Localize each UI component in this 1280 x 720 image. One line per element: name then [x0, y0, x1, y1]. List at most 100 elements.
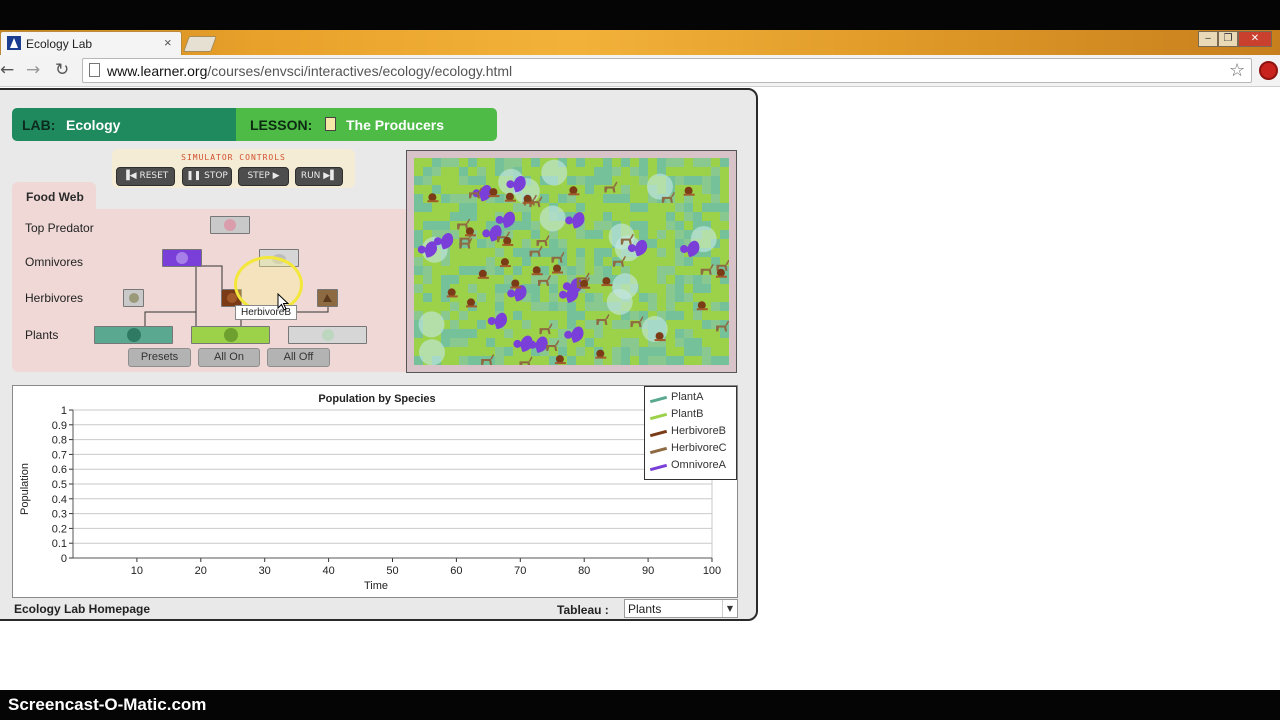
- legend-label: PlantA: [671, 391, 704, 403]
- stop-button[interactable]: ❚❚ STOP: [182, 167, 232, 186]
- food-web-tab[interactable]: Food Web: [12, 182, 96, 211]
- browser-toolbar: ← → ↻ www.learner.org/courses/envsci/int…: [0, 55, 1280, 87]
- window-close-icon[interactable]: ✕: [1238, 31, 1272, 47]
- run-icon: ▶▌: [323, 171, 338, 181]
- predator-icon: [224, 219, 236, 231]
- plant-a-icon: [127, 328, 141, 342]
- x-tick-label: 40: [322, 565, 334, 577]
- legend-swatch: [649, 395, 668, 404]
- legend-swatch: [649, 412, 668, 421]
- lab-value: Ecology: [66, 117, 121, 133]
- y-tick-label: 0: [61, 553, 67, 565]
- simulator-controls: SIMULATOR CONTROLS ▐◀ RESET ❚❚ STOP STEP…: [112, 149, 355, 188]
- y-tick-label: 0.6: [52, 464, 67, 476]
- url-text: www.learner.org/courses/envsci/interacti…: [107, 63, 513, 79]
- ecosystem-field[interactable]: [414, 158, 729, 365]
- presets-button[interactable]: Presets: [128, 348, 191, 367]
- deer-icon: [323, 294, 332, 302]
- recording-watermark: Screencast-O-Matic.com: [8, 695, 207, 714]
- page-icon: [89, 63, 100, 77]
- x-tick-label: 20: [195, 565, 207, 577]
- y-tick-label: 0.8: [52, 435, 67, 447]
- tab-close-icon[interactable]: ×: [164, 35, 172, 50]
- y-tick-label: 0.3: [52, 509, 67, 521]
- squirrel-icon: [176, 252, 188, 264]
- legend-swatch: [649, 463, 668, 472]
- minimize-icon[interactable]: ‒: [1198, 31, 1218, 47]
- all-off-button[interactable]: All Off: [267, 348, 330, 367]
- tableau-select[interactable]: Plants ▼: [624, 599, 738, 618]
- address-bar[interactable]: www.learner.org/courses/envsci/interacti…: [82, 58, 1252, 83]
- plant-b-icon: [224, 328, 238, 342]
- simulator-controls-title: SIMULATOR CONTROLS: [181, 153, 286, 162]
- population-chart: Population by Species Time Population 0 0…: [12, 385, 738, 598]
- x-tick-label: 50: [386, 565, 398, 577]
- y-tick-label: 1: [61, 405, 67, 417]
- legend-swatch: [649, 429, 668, 438]
- population-chart-plot: Population by Species Time Population 0 0…: [19, 393, 721, 592]
- bookmark-star-icon[interactable]: ☆: [1229, 60, 1245, 81]
- y-tick-label: 0.2: [52, 523, 67, 535]
- pause-icon: ❚❚: [186, 171, 202, 181]
- x-tick-label: 70: [514, 565, 526, 577]
- snail-icon: [129, 293, 139, 303]
- lesson-header[interactable]: LESSON: The Producers: [236, 108, 497, 141]
- lesson-key: LESSON:: [250, 117, 313, 133]
- legend-label: PlantB: [671, 408, 704, 420]
- screen-top-border: [0, 0, 1280, 30]
- step-button[interactable]: STEP ▶: [238, 167, 289, 186]
- tableau-selected-value: Plants: [628, 602, 662, 616]
- legend-label: HerbivoreB: [671, 425, 727, 437]
- tab-title: Ecology Lab: [26, 37, 93, 51]
- extension-icon[interactable]: [1259, 61, 1278, 80]
- y-axis-label: Population: [19, 463, 31, 515]
- top-predator-node[interactable]: [210, 216, 250, 234]
- legend-swatch: [649, 446, 668, 455]
- learner-favicon-icon: [7, 36, 21, 50]
- lesson-document-icon: [325, 117, 336, 131]
- reset-button[interactable]: ▐◀ RESET: [116, 167, 175, 186]
- y-tick-label: 0.4: [52, 494, 67, 506]
- lab-key: LAB:: [22, 117, 56, 133]
- x-axis-label: Time: [364, 580, 388, 592]
- y-tick-label: 0.1: [52, 538, 67, 550]
- run-button[interactable]: RUN ▶▌: [295, 167, 343, 186]
- legend-label: HerbivoreC: [671, 442, 727, 454]
- all-on-button[interactable]: All On: [198, 348, 260, 367]
- plant-c-node[interactable]: [288, 326, 367, 344]
- recording-watermark-bar: Screencast-O-Matic.com: [0, 690, 1280, 720]
- chart-title: Population by Species: [318, 393, 435, 405]
- lab-header: LAB: Ecology: [12, 108, 236, 141]
- chart-ticks: 0 0.1 0.2 0.3 0.4 0.5 0.6 0.7 0.8 0.9 1 10 20 30 40 50 6…: [52, 405, 721, 577]
- mouse-cursor-icon: [277, 293, 289, 311]
- ecology-lab-homepage-link[interactable]: Ecology Lab Homepage: [14, 602, 150, 616]
- y-tick-label: 0.7: [52, 449, 67, 461]
- reload-icon[interactable]: ↻: [55, 60, 69, 80]
- back-icon[interactable]: ←: [0, 60, 14, 80]
- forward-icon[interactable]: →: [26, 60, 40, 80]
- reset-icon: ▐◀: [122, 171, 137, 181]
- restore-icon[interactable]: ❐: [1218, 31, 1238, 47]
- new-tab-button[interactable]: [183, 36, 217, 52]
- chart-legend: PlantA PlantB HerbivoreB HerbivoreC Omnivore…: [644, 386, 737, 480]
- x-tick-label: 90: [642, 565, 654, 577]
- herbivore-c-node[interactable]: [317, 289, 338, 307]
- chevron-down-icon: ▼: [722, 600, 737, 617]
- x-tick-label: 80: [578, 565, 590, 577]
- step-icon: ▶: [272, 171, 280, 181]
- y-tick-label: 0.5: [52, 479, 67, 491]
- y-tick-label: 0.9: [52, 420, 67, 432]
- x-tick-label: 100: [703, 565, 721, 577]
- ecology-lab-app: LAB: Ecology LESSON: The Producers SIMUL…: [0, 88, 758, 621]
- herbivore-a-node[interactable]: [123, 289, 144, 307]
- lesson-value: The Producers: [346, 117, 445, 133]
- omnivore-a-node[interactable]: [162, 249, 202, 267]
- browser-tab[interactable]: Ecology Lab ×: [0, 31, 182, 55]
- plant-a-node[interactable]: [94, 326, 173, 344]
- chart-grid: [73, 409, 713, 559]
- browser-tab-strip: Ecology Lab × ‒ ❐ ✕: [0, 30, 1280, 55]
- legend-label: OmnivoreA: [671, 459, 727, 471]
- food-web-panel: Top Predator Omnivores Herbivores Plants: [12, 209, 422, 372]
- plant-b-node[interactable]: [191, 326, 270, 344]
- x-tick-label: 30: [259, 565, 271, 577]
